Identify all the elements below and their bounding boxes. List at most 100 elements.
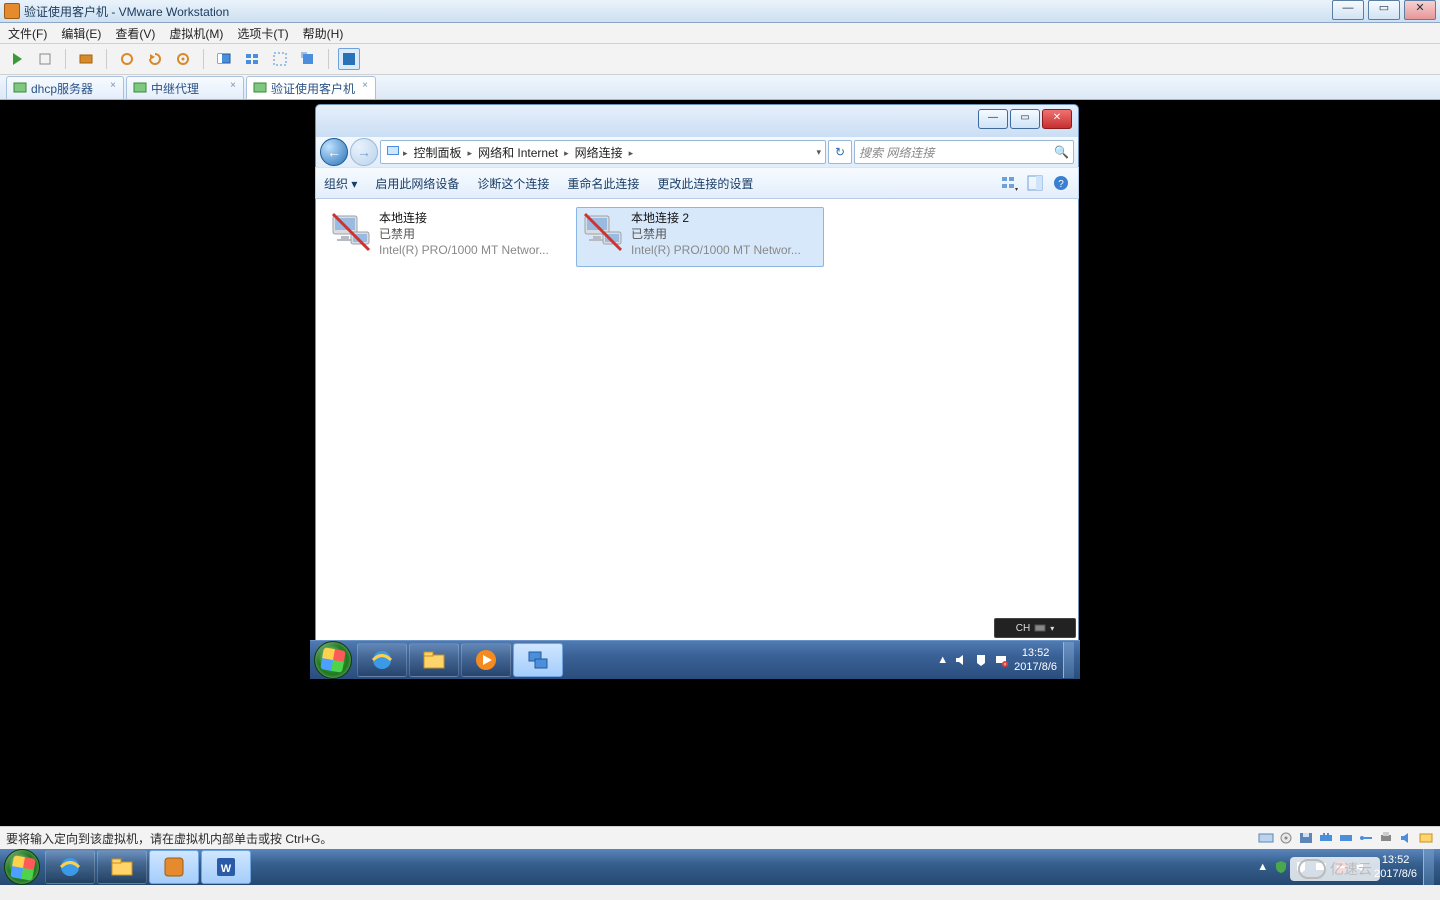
menu-tabs[interactable]: 选项卡(T) xyxy=(237,25,288,42)
volume-icon[interactable] xyxy=(954,653,968,667)
taskbar-mediaplayer-icon[interactable] xyxy=(461,643,511,677)
vm-tab-relay[interactable]: 中继代理 × xyxy=(126,76,244,99)
thumbnail-icon[interactable] xyxy=(241,48,263,70)
host-start-button[interactable] xyxy=(4,849,40,885)
network-connection-item[interactable]: 本地连接 已禁用 Intel(R) PRO/1000 MT Networ... xyxy=(324,207,572,267)
action-center-icon[interactable] xyxy=(974,653,988,667)
menu-help[interactable]: 帮助(H) xyxy=(303,25,344,42)
guest-taskbar: ▲ × 13:52 2017/8/6 xyxy=(310,640,1080,679)
vm-display[interactable]: — ▭ ✕ ← → 控制面板 网络和 Internet 网络连接 ▾ ↻ 搜索 … xyxy=(0,100,1440,826)
menu-file[interactable]: 文件(F) xyxy=(8,25,47,42)
langbar-options-icon[interactable]: ▾ xyxy=(1050,624,1054,633)
security-icon[interactable] xyxy=(1274,860,1288,874)
view-options-icon[interactable] xyxy=(1000,174,1018,192)
vm-tab-client[interactable]: 验证使用客户机 × xyxy=(246,76,376,99)
refresh-button[interactable]: ↻ xyxy=(828,140,852,164)
vmware-statusbar: 要将输入定向到该虚拟机，请在虚拟机内部单击或按 Ctrl+G。 xyxy=(0,826,1440,849)
network-connection-item[interactable]: 本地连接 2 已禁用 Intel(R) PRO/1000 MT Networ..… xyxy=(576,207,824,267)
printer-icon[interactable] xyxy=(1378,831,1394,845)
connection-status: 已禁用 xyxy=(631,226,801,242)
refresh-icon: ↻ xyxy=(835,145,845,159)
host-close-button[interactable]: ✕ xyxy=(1404,0,1436,20)
stretch-icon[interactable] xyxy=(297,48,319,70)
sound-icon[interactable] xyxy=(1398,831,1414,845)
breadcrumb-item[interactable]: 网络连接 xyxy=(571,144,627,161)
cd-icon[interactable] xyxy=(1278,831,1294,845)
host-show-desktop-button[interactable] xyxy=(1423,849,1434,885)
nav-back-button[interactable]: ← xyxy=(320,138,348,166)
tray-date: 2017/8/6 xyxy=(1374,867,1417,881)
show-desktop-button[interactable] xyxy=(1063,642,1074,678)
host-maximize-button[interactable]: ▭ xyxy=(1368,0,1400,20)
svg-text:×: × xyxy=(1004,662,1007,667)
host-taskbar-word-icon[interactable]: W xyxy=(201,850,251,884)
host-tray-clock[interactable]: 13:52 2017/8/6 xyxy=(1374,853,1417,881)
breadcrumb[interactable]: 控制面板 网络和 Internet 网络连接 ▾ xyxy=(380,140,826,164)
guest-maximize-button[interactable]: ▭ xyxy=(1010,109,1040,129)
tab-close-icon[interactable]: × xyxy=(107,81,119,93)
hdd-icon[interactable] xyxy=(1258,831,1274,845)
diagnose-button[interactable]: 诊断这个连接 xyxy=(477,175,549,192)
host-taskbar-ie-icon[interactable] xyxy=(45,850,95,884)
organize-button[interactable]: 组织 ▾ xyxy=(324,175,357,192)
taskbar-explorer-icon[interactable] xyxy=(409,643,459,677)
menu-vm[interactable]: 虚拟机(M) xyxy=(169,25,223,42)
guest-close-button[interactable]: ✕ xyxy=(1042,109,1072,129)
fullscreen-icon[interactable] xyxy=(338,48,360,70)
change-settings-button[interactable]: 更改此连接的设置 xyxy=(657,175,753,192)
menu-view[interactable]: 查看(V) xyxy=(115,25,155,42)
manage-snapshot-icon[interactable] xyxy=(172,48,194,70)
breadcrumb-item[interactable]: 网络和 Internet xyxy=(474,144,562,161)
tab-close-icon[interactable]: × xyxy=(227,81,239,93)
breadcrumb-sep-icon xyxy=(562,145,571,159)
enable-device-button[interactable]: 启用此网络设备 xyxy=(375,175,459,192)
menu-edit[interactable]: 编辑(E) xyxy=(61,25,101,42)
vm-tab-dhcp[interactable]: dhcp服务器 × xyxy=(6,76,124,99)
unity-icon[interactable] xyxy=(269,48,291,70)
guest-minimize-button[interactable]: — xyxy=(978,109,1008,129)
message-icon[interactable] xyxy=(1418,831,1434,845)
nic-icon[interactable] xyxy=(1318,831,1334,845)
host-minimize-button[interactable]: — xyxy=(1332,0,1364,20)
watermark: 亿速云 xyxy=(1290,857,1380,881)
connection-device: Intel(R) PRO/1000 MT Networ... xyxy=(379,242,549,258)
language-bar[interactable]: CH ▾ xyxy=(994,618,1076,638)
rename-button[interactable]: 重命名此连接 xyxy=(567,175,639,192)
preview-pane-icon[interactable] xyxy=(1026,174,1044,192)
vm-tab-label: dhcp服务器 xyxy=(31,80,93,97)
breadcrumb-sep-icon xyxy=(627,145,636,159)
tab-close-icon[interactable]: × xyxy=(359,81,371,93)
tray-date: 2017/8/6 xyxy=(1014,660,1057,674)
host-taskbar-vmware-icon[interactable] xyxy=(149,850,199,884)
taskbar-ie-icon[interactable] xyxy=(357,643,407,677)
nic2-icon[interactable] xyxy=(1338,831,1354,845)
floppy-icon[interactable] xyxy=(1298,831,1314,845)
revert-snapshot-icon[interactable] xyxy=(144,48,166,70)
power-dropdown-icon[interactable] xyxy=(34,48,56,70)
vm-input-hint: 要将输入定向到该虚拟机，请在虚拟机内部单击或按 Ctrl+G。 xyxy=(6,830,332,847)
network-tray-icon[interactable]: × xyxy=(994,653,1008,667)
keyboard-icon xyxy=(1034,622,1046,634)
tray-up-icon[interactable]: ▲ xyxy=(937,654,948,666)
tray-up-icon[interactable]: ▲ xyxy=(1257,861,1268,873)
breadcrumb-item[interactable]: 控制面板 xyxy=(410,144,466,161)
taskbar-network-icon[interactable] xyxy=(513,643,563,677)
nav-forward-button[interactable]: → xyxy=(350,138,378,166)
host-taskbar-explorer-icon[interactable] xyxy=(97,850,147,884)
usb-icon[interactable] xyxy=(1358,831,1374,845)
start-button[interactable] xyxy=(314,641,352,679)
folder-contents[interactable]: 本地连接 已禁用 Intel(R) PRO/1000 MT Networ... … xyxy=(315,199,1079,668)
take-snapshot-icon[interactable] xyxy=(116,48,138,70)
show-console-icon[interactable] xyxy=(213,48,235,70)
help-icon[interactable]: ? xyxy=(1052,174,1070,192)
vmware-tabstrip: dhcp服务器 × 中继代理 × 验证使用客户机 × xyxy=(0,75,1440,100)
power-on-icon[interactable] xyxy=(6,48,28,70)
tray-time: 13:52 xyxy=(1374,853,1417,867)
vm-icon xyxy=(133,81,147,95)
search-input[interactable]: 搜索 网络连接 🔍 xyxy=(854,140,1074,164)
breadcrumb-sep-icon xyxy=(466,145,475,159)
snapshot-icon[interactable] xyxy=(75,48,97,70)
tray-clock[interactable]: 13:52 2017/8/6 xyxy=(1014,646,1057,674)
breadcrumb-dropdown-icon[interactable]: ▾ xyxy=(816,147,821,158)
guest-window-titlebar[interactable]: — ▭ ✕ xyxy=(315,104,1079,137)
